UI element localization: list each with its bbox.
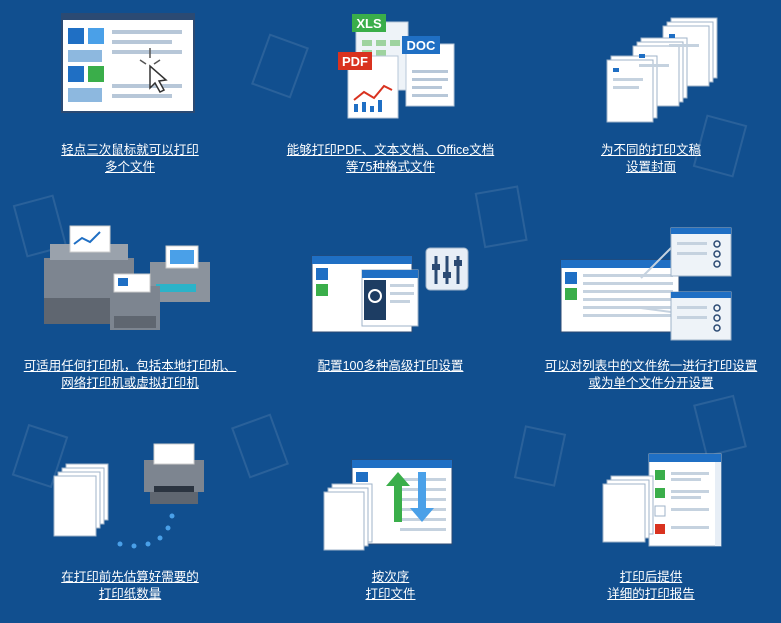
caption-line-1: 为不同的打印文稿 <box>600 143 701 157</box>
doc-badge: DOC <box>407 38 437 53</box>
feature-paper-estimate: 在打印前先估算好需要的 打印纸数量 <box>0 416 260 623</box>
features-grid: 轻点三次鼠标就可以打印 多个文件 XLS DOC PDF 能够打印PDF、文本文… <box>0 0 781 623</box>
list-settings-icon <box>560 227 732 341</box>
feature-caption[interactable]: 可适用任何打印机，包括本地打印机、 网络打印机或虚拟打印机 <box>10 358 250 392</box>
caption-line-2: 详细的打印报告 <box>607 587 695 601</box>
feature-caption[interactable]: 能够打印PDF、文本文档、Office文档 等75种格式文件 <box>270 142 511 176</box>
feature-caption[interactable]: 可以对列表中的文件统一进行打印设置 或为单个文件分开设置 <box>531 358 771 392</box>
caption-line-2: 网络打印机或虚拟打印机 <box>61 376 199 390</box>
caption-line-2: 打印文件 <box>365 587 416 601</box>
feature-print-order: 按次序 打印文件 <box>260 416 521 623</box>
caption-line-2: 设置封面 <box>625 160 676 174</box>
feature-caption[interactable]: 打印后提供 详细的打印报告 <box>531 569 771 603</box>
print-report-icon <box>602 453 722 547</box>
paper-estimate-icon <box>53 443 204 549</box>
caption-line-1: 可适用任何打印机，包括本地打印机、 <box>23 359 237 373</box>
caption-line-1: 可以对列表中的文件统一进行打印设置 <box>544 359 758 373</box>
caption-line-1: 打印后提供 <box>619 570 683 584</box>
feature-print-report: 打印后提供 详细的打印报告 <box>521 416 781 623</box>
pdf-badge: PDF <box>342 54 368 69</box>
feature-any-printer: 可适用任何打印机，包括本地打印机、 网络打印机或虚拟打印机 <box>0 208 260 416</box>
monitor-click-icon <box>61 13 195 113</box>
xls-badge: XLS <box>356 16 382 31</box>
caption-line-1: 能够打印PDF、文本文档、Office文档 <box>286 143 495 157</box>
printers-icon <box>44 225 210 330</box>
caption-line-1: 按次序 <box>371 570 410 584</box>
file-formats-icon: XLS DOC PDF <box>338 14 455 119</box>
feature-cover-pages: 为不同的打印文稿 设置封面 <box>521 0 781 208</box>
feature-advanced-settings: 配置100多种高级打印设置 <box>260 208 521 416</box>
caption-line-2: 多个文件 <box>104 160 155 174</box>
feature-list-settings: 可以对列表中的文件统一进行打印设置 或为单个文件分开设置 <box>521 208 781 416</box>
feature-caption[interactable]: 按次序 打印文件 <box>270 569 511 603</box>
caption-line-2: 或为单个文件分开设置 <box>588 376 714 390</box>
print-order-icon <box>323 459 453 551</box>
feature-caption[interactable]: 在打印前先估算好需要的 打印纸数量 <box>10 569 250 603</box>
caption-line-1: 在打印前先估算好需要的 <box>61 570 199 584</box>
caption-line-2: 等75种格式文件 <box>346 160 435 174</box>
caption-line-1: 配置100多种高级打印设置 <box>317 359 464 373</box>
feature-caption[interactable]: 配置100多种高级打印设置 <box>270 358 511 375</box>
caption-line-2: 打印纸数量 <box>98 587 162 601</box>
feature-caption[interactable]: 为不同的打印文稿 设置封面 <box>531 142 771 176</box>
feature-file-formats: XLS DOC PDF 能够打印PDF、文本文档、Office文档 等75种格式… <box>260 0 521 208</box>
settings-window-icon <box>311 247 469 333</box>
feature-caption[interactable]: 轻点三次鼠标就可以打印 多个文件 <box>10 142 250 176</box>
feature-three-clicks: 轻点三次鼠标就可以打印 多个文件 <box>0 0 260 208</box>
cover-pages-icon <box>606 17 718 123</box>
caption-line-1: 轻点三次鼠标就可以打印 <box>61 143 199 157</box>
